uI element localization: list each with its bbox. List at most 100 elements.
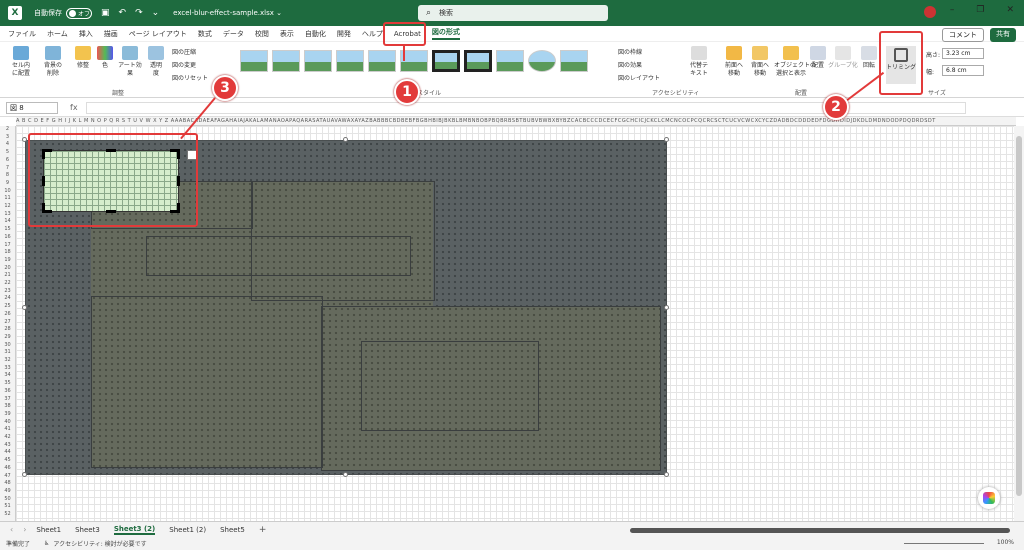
row-header[interactable]: 47 — [0, 473, 15, 480]
resize-handle[interactable] — [664, 305, 669, 310]
group-objects-button[interactable]: グループ化 — [828, 46, 858, 70]
vertical-scrollbar[interactable] — [1014, 126, 1024, 521]
row-header[interactable]: 52 — [0, 511, 15, 518]
prev-sheet-icon[interactable]: ‹ — [10, 525, 13, 534]
style-thumb[interactable] — [464, 50, 492, 72]
row-header[interactable]: 21 — [0, 272, 15, 279]
row-header[interactable]: 17 — [0, 242, 15, 249]
sheet-tab[interactable]: Sheet1 (2) — [169, 526, 206, 534]
row-header[interactable]: 31 — [0, 349, 15, 356]
tab-formulas[interactable]: 数式 — [198, 29, 212, 39]
row-header[interactable]: 51 — [0, 503, 15, 510]
row-header[interactable]: 8 — [0, 172, 15, 179]
minimize-icon[interactable]: – — [950, 5, 955, 15]
row-header[interactable]: 41 — [0, 426, 15, 433]
style-thumb[interactable] — [496, 50, 524, 72]
tab-insert[interactable]: 挿入 — [79, 29, 93, 39]
style-thumb[interactable] — [432, 50, 460, 72]
row-header[interactable]: 50 — [0, 496, 15, 503]
next-sheet-icon[interactable]: › — [23, 525, 26, 534]
sheet-tab-active[interactable]: Sheet3 (2) — [113, 525, 156, 535]
rotate-button[interactable]: 回転 — [860, 46, 878, 70]
style-thumb[interactable] — [304, 50, 332, 72]
quick-access-chevron-icon[interactable]: ⌄ — [152, 8, 160, 18]
accessibility-status[interactable]: アクセシビリティ: 検討が必要です — [53, 539, 146, 548]
resize-handle[interactable] — [22, 137, 27, 142]
tab-page-layout[interactable]: ページ レイアウト — [129, 29, 187, 39]
row-header[interactable]: 35 — [0, 380, 15, 387]
style-thumb[interactable] — [528, 50, 556, 72]
autosave-toggle[interactable]: オフ — [66, 7, 92, 19]
row-header[interactable]: 4 — [0, 141, 15, 148]
change-picture-button[interactable]: 図の変更 — [172, 60, 196, 69]
file-name[interactable]: excel-blur-effect-sample.xlsx ⌄ — [173, 9, 282, 17]
style-thumb[interactable] — [240, 50, 268, 72]
row-header[interactable]: 22 — [0, 280, 15, 287]
sheet-tab[interactable]: Sheet3 — [75, 526, 100, 534]
zoom-slider[interactable] — [904, 543, 984, 544]
alt-text-button[interactable]: 代替テ キスト — [686, 46, 712, 78]
row-header[interactable]: 24 — [0, 295, 15, 302]
row-header[interactable]: 13 — [0, 211, 15, 218]
resize-handle[interactable] — [664, 137, 669, 142]
tab-view[interactable]: 表示 — [280, 29, 294, 39]
width-input[interactable]: 6.8 cm — [942, 65, 984, 76]
reset-picture-button[interactable]: 図のリセット — [172, 73, 208, 82]
sheet-tab[interactable]: Sheet1 — [36, 526, 61, 534]
row-header[interactable]: 28 — [0, 326, 15, 333]
name-box[interactable]: 図 8 — [6, 101, 58, 114]
tab-home[interactable]: ホーム — [47, 29, 68, 39]
row-header[interactable]: 18 — [0, 249, 15, 256]
tab-automate[interactable]: 自動化 — [305, 29, 326, 39]
user-avatar[interactable] — [924, 6, 936, 18]
row-header[interactable]: 46 — [0, 465, 15, 472]
tab-data[interactable]: データ — [223, 29, 244, 39]
cell-place-button[interactable]: セル内 に配置 — [8, 46, 34, 78]
row-header[interactable]: 40 — [0, 419, 15, 426]
row-header[interactable]: 16 — [0, 234, 15, 241]
row-header[interactable]: 9 — [0, 180, 15, 187]
row-header[interactable]: 12 — [0, 203, 15, 210]
picture-border-button[interactable]: 図の枠線 — [618, 47, 642, 56]
tab-picture-format[interactable]: 図の形式 — [431, 27, 460, 40]
row-header[interactable]: 3 — [0, 134, 15, 141]
row-header[interactable]: 27 — [0, 319, 15, 326]
resize-handle[interactable] — [343, 137, 348, 142]
row-header[interactable]: 32 — [0, 357, 15, 364]
style-thumb[interactable] — [272, 50, 300, 72]
row-header[interactable]: 15 — [0, 226, 15, 233]
row-header[interactable]: 6 — [0, 157, 15, 164]
row-header[interactable]: 10 — [0, 188, 15, 195]
row-header[interactable]: 11 — [0, 195, 15, 202]
search-box[interactable]: ⌕ 検索 — [418, 5, 608, 21]
row-header[interactable]: 43 — [0, 442, 15, 449]
row-header[interactable]: 20 — [0, 265, 15, 272]
row-header[interactable]: 2 — [0, 126, 15, 133]
scroll-thumb[interactable] — [1016, 136, 1022, 496]
corrections-button[interactable]: 修整 — [72, 46, 94, 70]
row-header[interactable]: 48 — [0, 480, 15, 487]
row-header[interactable]: 29 — [0, 334, 15, 341]
transparency-button[interactable]: 透明 度 — [146, 46, 166, 78]
fx-icon[interactable]: fx — [70, 103, 78, 112]
selection-pane-button[interactable]: オブジェクトの 選択と表示 — [774, 46, 816, 78]
style-thumb[interactable] — [368, 50, 396, 72]
compress-button[interactable]: 図の圧縮 — [172, 47, 196, 56]
resize-handle[interactable] — [664, 472, 669, 477]
row-header[interactable]: 7 — [0, 165, 15, 172]
resize-handle[interactable] — [22, 305, 27, 310]
row-header[interactable]: 34 — [0, 372, 15, 379]
row-header[interactable]: 49 — [0, 488, 15, 495]
row-header[interactable]: 26 — [0, 311, 15, 318]
style-thumb[interactable] — [560, 50, 588, 72]
row-header[interactable]: 33 — [0, 365, 15, 372]
row-header[interactable]: 25 — [0, 303, 15, 310]
row-header[interactable]: 5 — [0, 149, 15, 156]
artistic-effects-button[interactable]: アート効果 — [116, 46, 144, 78]
comment-button[interactable]: コメント — [942, 28, 984, 42]
row-header[interactable]: 14 — [0, 218, 15, 225]
bring-forward-button[interactable]: 前面へ 移動 — [722, 46, 746, 78]
row-header[interactable]: 30 — [0, 342, 15, 349]
undo-icon[interactable]: ↶ — [119, 8, 127, 18]
resize-handle[interactable] — [22, 472, 27, 477]
